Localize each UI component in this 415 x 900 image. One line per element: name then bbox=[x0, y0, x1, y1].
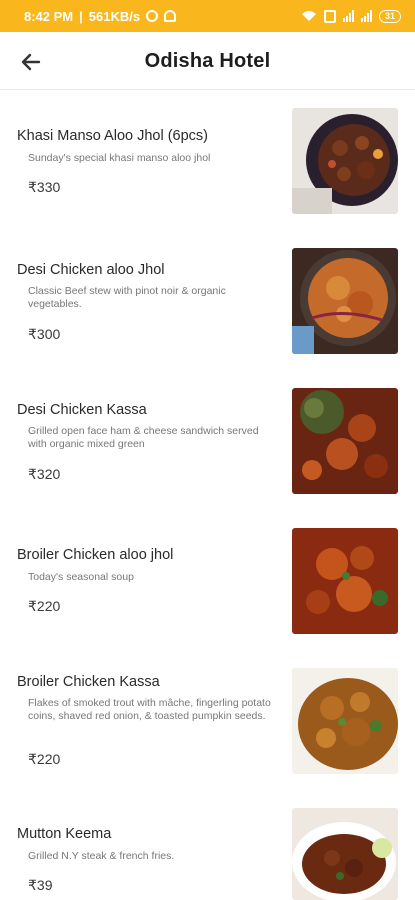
sim-icon bbox=[323, 9, 336, 23]
signal-icon-2 bbox=[360, 10, 372, 22]
status-separator: | bbox=[79, 8, 83, 24]
menu-item[interactable]: Broiler Chicken Kassa Flakes of smoked t… bbox=[0, 664, 415, 792]
menu-item[interactable]: Desi Chicken Kassa Grilled open face ham… bbox=[0, 384, 415, 512]
item-price: ₹39 bbox=[28, 877, 53, 893]
headset-icon bbox=[164, 10, 177, 22]
item-price: ₹220 bbox=[28, 751, 61, 767]
item-description: Flakes of smoked trout with mâche, finge… bbox=[28, 697, 271, 722]
status-network-speed: 561KB/s bbox=[88, 8, 141, 24]
item-description: Grilled N.Y steak & french fries. bbox=[28, 850, 175, 862]
status-time: 8:42 PM bbox=[24, 8, 74, 24]
signal-icon bbox=[342, 10, 354, 22]
app-bar: Odisha Hotel bbox=[0, 32, 415, 90]
item-description: Classic Beef stew with pinot noir & orga… bbox=[28, 285, 226, 310]
battery-level: 31 bbox=[384, 11, 395, 21]
item-name: Mutton Keema bbox=[17, 826, 112, 842]
item-name: Broiler Chicken aloo jhol bbox=[17, 547, 174, 563]
item-description: Today's seasonal soup bbox=[28, 571, 134, 583]
item-price: ₹320 bbox=[28, 466, 61, 482]
menu-item[interactable]: Khasi Manso Aloo Jhol (6pcs) Sunday's sp… bbox=[0, 104, 415, 232]
menu-item[interactable]: Broiler Chicken aloo jhol Today's season… bbox=[0, 524, 415, 652]
alarm-icon bbox=[146, 10, 159, 22]
item-name: Broiler Chicken Kassa bbox=[17, 674, 160, 690]
dish-photo-mutton-curry[interactable] bbox=[292, 108, 398, 214]
dish-photo-broiler-jhol[interactable] bbox=[292, 528, 398, 634]
item-name: Desi Chicken aloo Jhol bbox=[17, 262, 165, 278]
item-description: Sunday's special khasi manso aloo jhol bbox=[28, 152, 211, 164]
menu-item[interactable]: Mutton Keema Grilled N.Y steak & french … bbox=[0, 804, 415, 900]
battery-icon: 31 bbox=[378, 9, 401, 23]
menu-item[interactable]: Desi Chicken aloo Jhol Classic Beef stew… bbox=[0, 244, 415, 372]
item-price: ₹220 bbox=[28, 598, 61, 614]
item-name: Khasi Manso Aloo Jhol (6pcs) bbox=[17, 128, 209, 144]
page-title: Odisha Hotel bbox=[144, 50, 271, 72]
dish-photo-mutton-keema[interactable] bbox=[292, 808, 398, 900]
dish-photo-broiler-kassa[interactable] bbox=[292, 668, 398, 774]
item-description: Grilled open face ham & cheese sandwich … bbox=[28, 425, 259, 450]
item-price: ₹300 bbox=[28, 326, 61, 342]
item-price: ₹330 bbox=[28, 179, 61, 195]
dish-photo-chicken-kassa[interactable] bbox=[292, 388, 398, 494]
item-name: Desi Chicken Kassa bbox=[17, 402, 147, 418]
status-bar: 8:42 PM | 561KB/s 31 bbox=[0, 0, 415, 32]
wifi-icon bbox=[301, 11, 316, 21]
dish-photo-chicken-jhol[interactable] bbox=[292, 248, 398, 354]
